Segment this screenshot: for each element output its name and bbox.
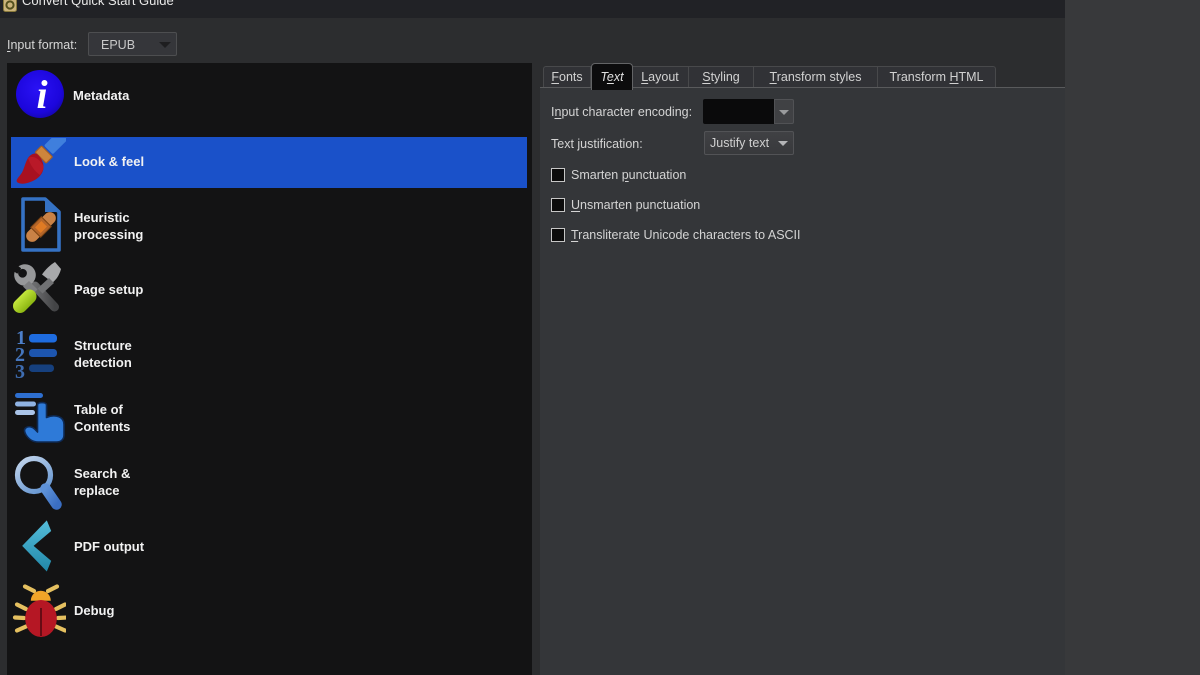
svg-text:i: i: [36, 72, 47, 117]
svg-text:3: 3: [15, 361, 25, 381]
